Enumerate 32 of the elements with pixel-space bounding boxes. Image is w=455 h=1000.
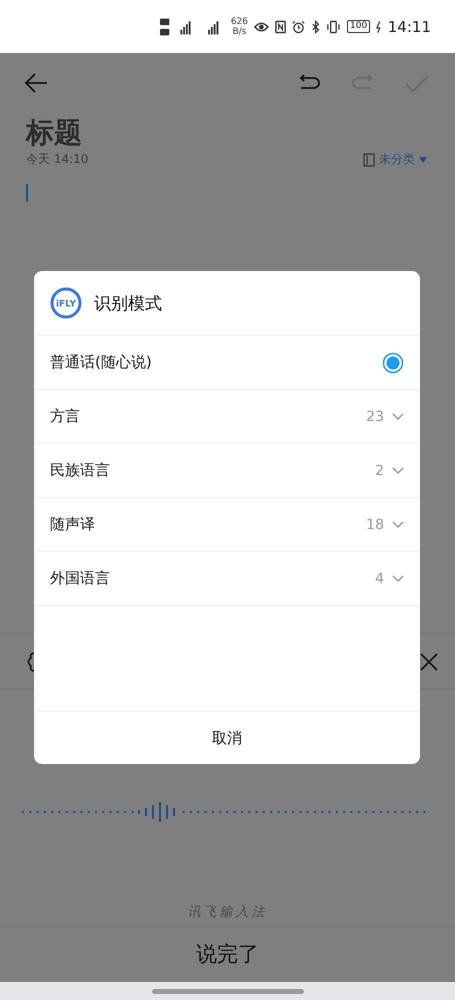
chevron-down-icon — [392, 466, 404, 474]
mode-option[interactable]: 普通话(随心说) — [34, 336, 420, 390]
vibrate-icon — [326, 20, 342, 34]
back-icon[interactable] — [24, 72, 48, 94]
network-speed: 626 — [230, 16, 248, 26]
mode-option[interactable]: 方言 23 — [34, 390, 420, 444]
logo-icon: iFLY — [50, 287, 82, 319]
cancel-button[interactable]: 取消 — [34, 712, 420, 764]
nfc-icon — [274, 20, 286, 34]
done-button[interactable]: 说完了 — [186, 936, 269, 972]
eye-icon — [254, 20, 269, 32]
notebook-icon — [363, 152, 375, 166]
text-cursor — [26, 184, 28, 202]
radio-icon[interactable] — [382, 352, 404, 374]
mode-option[interactable]: 民族语言 2 — [34, 444, 420, 498]
chevron-down-icon — [392, 412, 404, 420]
chevron-down-icon — [392, 574, 404, 582]
clock-time: 14:11 — [388, 18, 431, 36]
bluetooth-icon — [310, 20, 320, 34]
charging-icon — [376, 20, 382, 32]
home-handle[interactable] — [152, 988, 304, 994]
note-date: 今天 14:10 — [26, 151, 88, 168]
speed-unit: B/s — [232, 26, 246, 36]
note-title: 标题 — [26, 115, 83, 151]
mode-option[interactable]: 外国语言 4 — [34, 552, 420, 606]
caret-icon — [419, 156, 427, 162]
dialog-title: 识别模式 — [94, 292, 162, 314]
battery-level: 100 — [347, 20, 370, 33]
close-icon[interactable] — [419, 652, 439, 672]
chevron-down-icon — [392, 520, 404, 528]
mode-option[interactable]: 随声译 18 — [34, 498, 420, 552]
alarm-icon — [292, 20, 305, 34]
